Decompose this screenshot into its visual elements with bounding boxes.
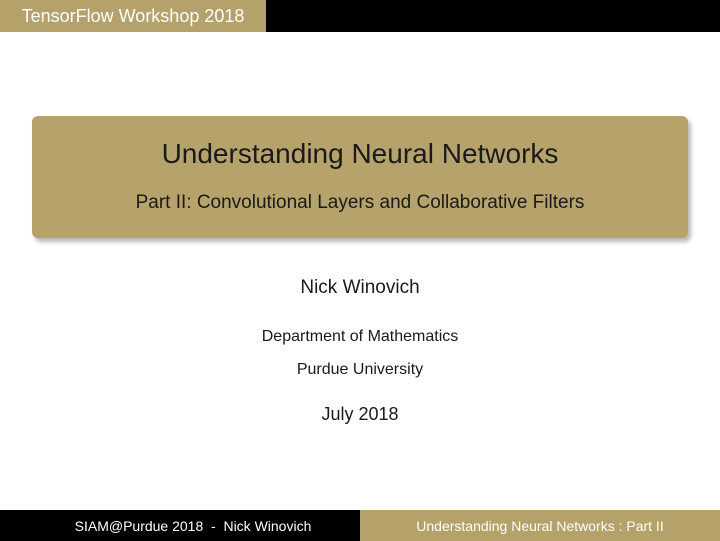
presentation-date: July 2018 xyxy=(321,404,399,424)
author-institution: Purdue University xyxy=(296,361,424,378)
header-bar: TensorFlow Workshop 2018 xyxy=(0,0,720,32)
footer-title-section[interactable]: Understanding Neural Networks : Part II xyxy=(360,510,720,541)
slide-title: Understanding Neural Networks xyxy=(161,138,559,169)
author-department: Department of Mathematics xyxy=(261,328,459,345)
header-section-tab[interactable]: TensorFlow Workshop 2018 xyxy=(0,0,266,32)
header-section-label: TensorFlow Workshop 2018 xyxy=(21,5,245,26)
footer-title-label: Understanding Neural Networks : Part II xyxy=(416,517,664,534)
title-block: Understanding Neural Networks Part II: C… xyxy=(32,116,688,238)
footer-author-label: SIAM@Purdue 2018 - Nick Winovich xyxy=(74,517,312,534)
footer-author-section[interactable]: SIAM@Purdue 2018 - Nick Winovich xyxy=(0,510,360,541)
slide-subtitle: Part II: Convolutional Layers and Collab… xyxy=(135,192,585,213)
author-name: Nick Winovich xyxy=(300,277,420,298)
footer-bar: SIAM@Purdue 2018 - Nick Winovich Underst… xyxy=(0,510,720,541)
slide: TensorFlow Workshop 2018 Understanding N… xyxy=(0,0,720,541)
